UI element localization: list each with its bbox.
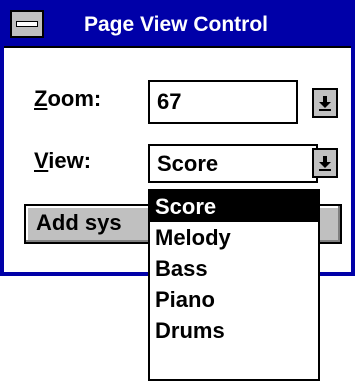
zoom-field[interactable]: 67: [148, 80, 298, 124]
view-dropdown-list[interactable]: Score Melody Bass Piano Drums: [148, 189, 320, 381]
view-label-accel: V: [34, 148, 49, 173]
view-option-score[interactable]: Score: [150, 191, 318, 222]
view-option-drums[interactable]: Drums: [150, 315, 318, 346]
view-label: View:: [34, 148, 91, 174]
system-menu-icon[interactable]: [10, 10, 44, 38]
zoom-label-accel: Z: [34, 86, 48, 111]
system-menu-bar: [16, 21, 38, 27]
view-option-bass[interactable]: Bass: [150, 253, 318, 284]
zoom-label: Zoom:: [34, 86, 101, 112]
view-label-rest: iew:: [48, 148, 92, 173]
view-combobox[interactable]: Score: [148, 144, 318, 183]
zoom-dropdown-button[interactable]: [312, 88, 338, 118]
window-title: Page View Control: [84, 13, 268, 36]
title-bar[interactable]: Page View Control: [4, 4, 351, 48]
dropdown-arrow-icon: [319, 156, 331, 171]
zoom-value: 67: [157, 89, 182, 114]
view-option-melody[interactable]: Melody: [150, 222, 318, 253]
view-selected-value: Score: [157, 151, 219, 176]
view-dropdown-button[interactable]: [312, 148, 338, 178]
zoom-label-rest: oom:: [47, 86, 102, 111]
dropdown-arrow-icon: [319, 96, 331, 111]
view-option-piano[interactable]: Piano: [150, 284, 318, 315]
add-system-button-label: Add sys: [36, 210, 122, 235]
